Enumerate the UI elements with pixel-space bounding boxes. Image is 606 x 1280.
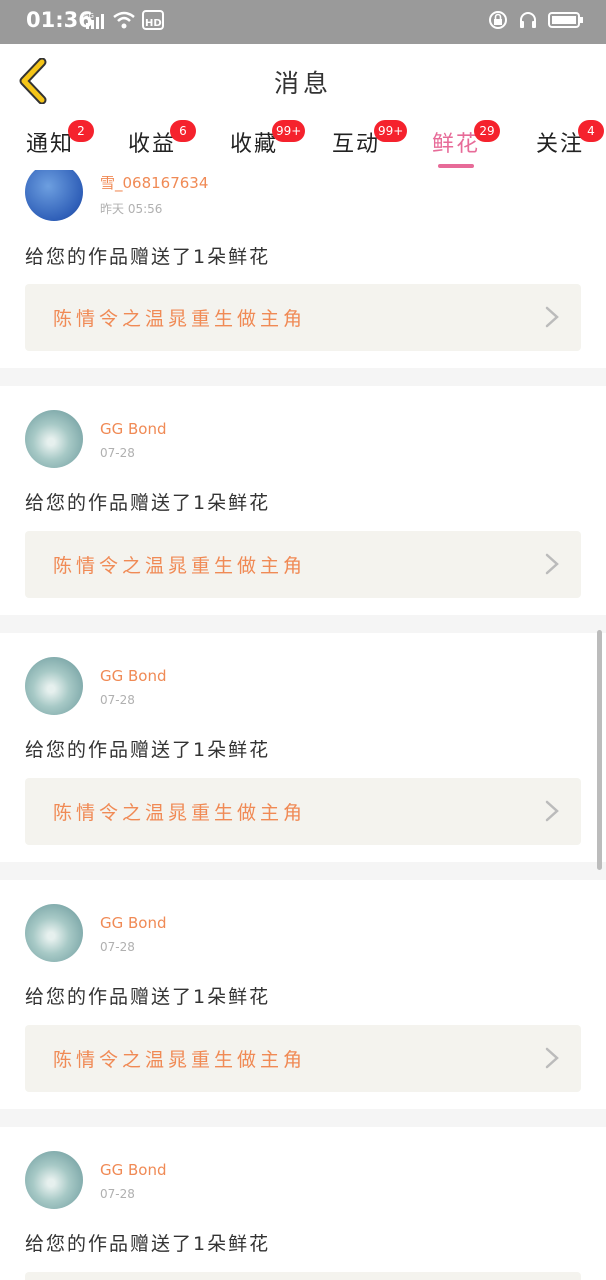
tab-favorites[interactable]: 收藏 99+: [230, 120, 306, 170]
work-link[interactable]: [25, 1272, 581, 1280]
battery-icon: [548, 10, 584, 34]
lock-rotation-icon: [488, 10, 508, 34]
tab-following[interactable]: 关注 4: [536, 120, 604, 170]
user-name[interactable]: 雪_068167634: [100, 172, 208, 193]
unread-badge: 99+: [374, 120, 408, 142]
timestamp: 07-28: [100, 446, 135, 460]
work-title: 陈情令之温晁重生做主角: [53, 555, 307, 577]
work-link[interactable]: 陈情令之温晁重生做主角: [25, 1025, 581, 1092]
network-4g-icon: 4G: [84, 11, 106, 33]
message-card: GG Bond 07-28 给您的作品赠送了1朵鲜花 陈情令之温晁重生做主角: [0, 880, 606, 1109]
work-link[interactable]: 陈情令之温晁重生做主角: [25, 284, 581, 351]
tab-label: 收藏: [230, 132, 279, 157]
work-title: 陈情令之温晁重生做主角: [53, 308, 307, 330]
message-card: GG Bond 07-28 给您的作品赠送了1朵鲜花 陈情令之温晁重生做主角: [0, 386, 606, 615]
work-link[interactable]: 陈情令之温晁重生做主角: [25, 531, 581, 598]
tab-bar: 通知 2 收益 6 收藏 99+ 互动 99+ 鲜花 29 关注 4: [0, 118, 606, 170]
scrollbar[interactable]: [597, 630, 602, 870]
avatar[interactable]: [25, 170, 83, 221]
status-time: 01:36: [26, 8, 93, 32]
action-text: 给您的作品赠送了1朵鲜花: [25, 739, 271, 761]
user-name[interactable]: GG Bond: [100, 667, 167, 685]
action-text: 给您的作品赠送了1朵鲜花: [25, 246, 271, 268]
chevron-right-icon: [545, 306, 559, 332]
user-name[interactable]: GG Bond: [100, 914, 167, 932]
tab-earnings[interactable]: 收益 6: [128, 120, 196, 170]
tab-interactions[interactable]: 互动 99+: [332, 120, 408, 170]
message-feed[interactable]: 雪_068167634 昨天 05:56 给您的作品赠送了1朵鲜花 陈情令之温晁…: [0, 170, 606, 1280]
hd-icon: HD: [142, 10, 164, 34]
action-text: 给您的作品赠送了1朵鲜花: [25, 1233, 271, 1255]
timestamp: 07-28: [100, 940, 135, 954]
avatar[interactable]: [25, 904, 83, 962]
svg-text:4G: 4G: [84, 12, 94, 20]
work-title: 陈情令之温晁重生做主角: [53, 1049, 307, 1071]
chevron-right-icon: [545, 1047, 559, 1073]
unread-badge: 2: [68, 120, 94, 142]
tab-label: 鲜花: [432, 132, 481, 157]
status-bar: 01:36 4G HD: [0, 0, 606, 44]
message-card: 雪_068167634 昨天 05:56 给您的作品赠送了1朵鲜花 陈情令之温晁…: [0, 170, 606, 368]
action-text: 给您的作品赠送了1朵鲜花: [25, 492, 271, 514]
unread-badge: 29: [474, 120, 500, 142]
app-bar: 消息: [0, 44, 606, 118]
timestamp: 07-28: [100, 693, 135, 707]
svg-text:HD: HD: [145, 18, 162, 29]
user-name[interactable]: GG Bond: [100, 420, 167, 438]
unread-badge: 4: [578, 120, 604, 142]
message-card: GG Bond 07-28 给您的作品赠送了1朵鲜花: [0, 1127, 606, 1280]
tab-label: 通知: [26, 132, 75, 157]
tab-label: 互动: [332, 132, 381, 157]
avatar[interactable]: [25, 1151, 83, 1209]
avatar[interactable]: [25, 657, 83, 715]
action-text: 给您的作品赠送了1朵鲜花: [25, 986, 271, 1008]
page-title: 消息: [273, 69, 332, 98]
tab-notifications[interactable]: 通知 2: [26, 120, 94, 170]
unread-badge: 99+: [272, 120, 306, 142]
chevron-right-icon: [545, 800, 559, 826]
tab-flowers[interactable]: 鲜花 29: [432, 120, 500, 170]
tab-label: 关注: [536, 132, 585, 157]
message-card: GG Bond 07-28 给您的作品赠送了1朵鲜花 陈情令之温晁重生做主角: [0, 633, 606, 862]
avatar[interactable]: [25, 410, 83, 468]
timestamp: 昨天 05:56: [100, 202, 163, 216]
work-link[interactable]: 陈情令之温晁重生做主角: [25, 778, 581, 845]
unread-badge: 6: [170, 120, 196, 142]
headset-icon: [518, 10, 538, 34]
wifi-icon: [112, 11, 136, 33]
timestamp: 07-28: [100, 1187, 135, 1201]
user-name[interactable]: GG Bond: [100, 1161, 167, 1179]
work-title: 陈情令之温晁重生做主角: [53, 802, 307, 824]
active-tab-indicator: [438, 164, 474, 168]
chevron-right-icon: [545, 553, 559, 579]
tab-label: 收益: [128, 132, 177, 157]
